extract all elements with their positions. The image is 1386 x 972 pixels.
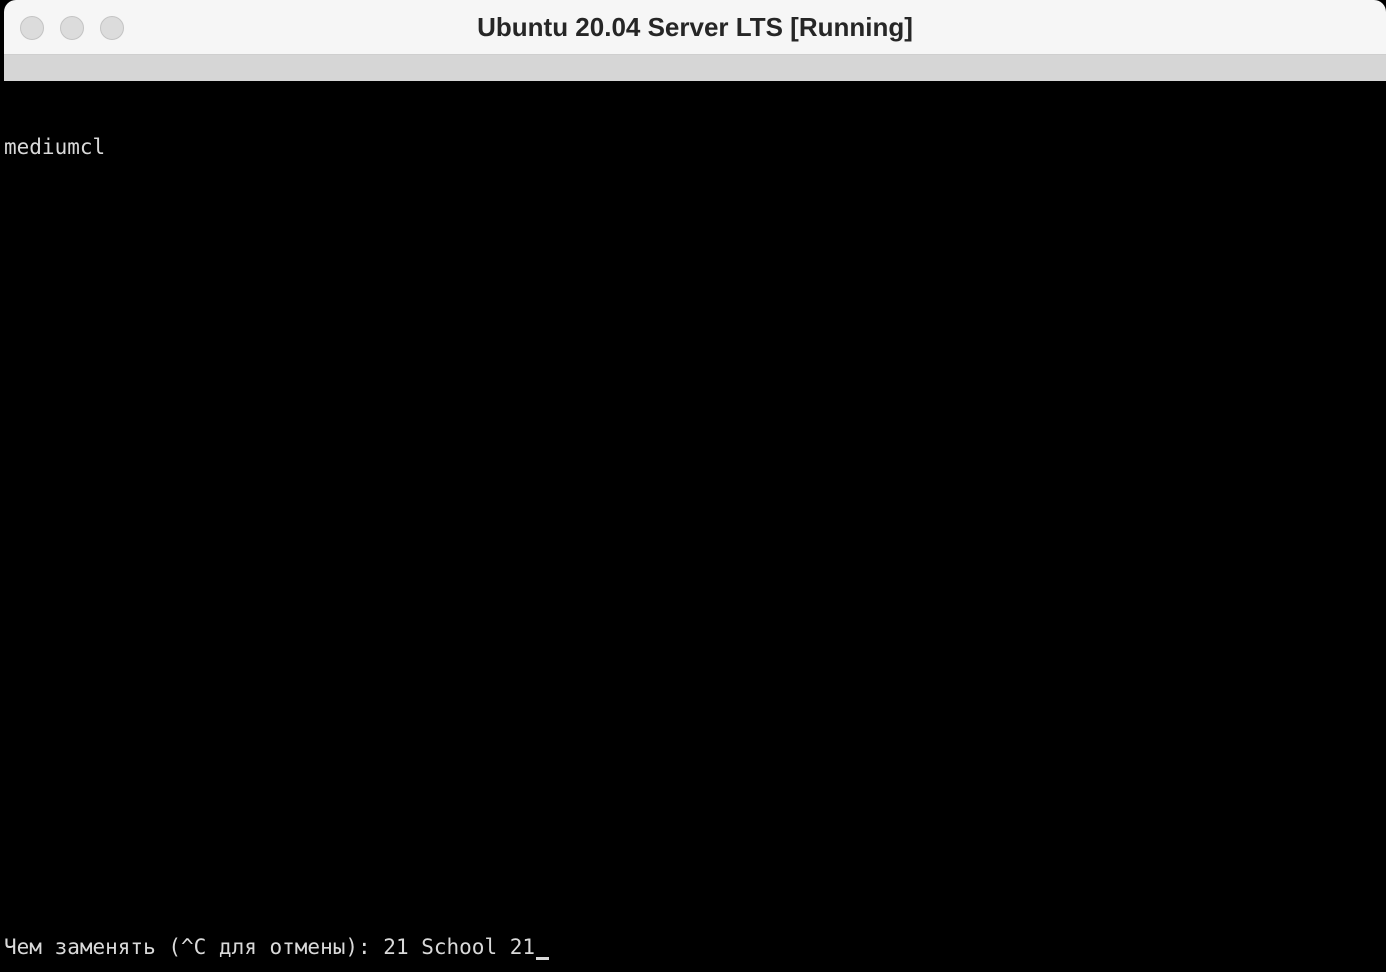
cursor-col-indicator: Col 1 bbox=[1279, 169, 1343, 193]
text-cursor bbox=[536, 957, 550, 960]
cursor-row-indicator: Row 1 bbox=[1154, 141, 1218, 165]
editor-text-area[interactable]: mediumcl bbox=[4, 82, 105, 212]
window-title: Ubuntu 20.04 Server LTS [Running] bbox=[477, 12, 913, 42]
editor-status-bar: IW test_joe.txt Row 1 Col 1 bbox=[4, 55, 1386, 193]
replace-prompt-label: Чем заменять (^C для отмены): bbox=[4, 935, 384, 959]
vm-window: Ubuntu 20.04 Server LTS [Running] IW tes… bbox=[0, 0, 1386, 972]
editor-filename: test_joe.txt bbox=[130, 113, 282, 137]
replace-input[interactable]: 21 School 21 bbox=[383, 935, 535, 959]
editor-line: mediumcl bbox=[4, 135, 106, 159]
replace-prompt[interactable]: Чем заменять (^C для отмены): 21 School … bbox=[4, 934, 550, 960]
terminal-screen[interactable]: IW test_joe.txt Row 1 Col 1 mediumcl Чем… bbox=[4, 55, 1386, 972]
title-bar[interactable]: Ubuntu 20.04 Server LTS [Running] bbox=[4, 0, 1386, 55]
